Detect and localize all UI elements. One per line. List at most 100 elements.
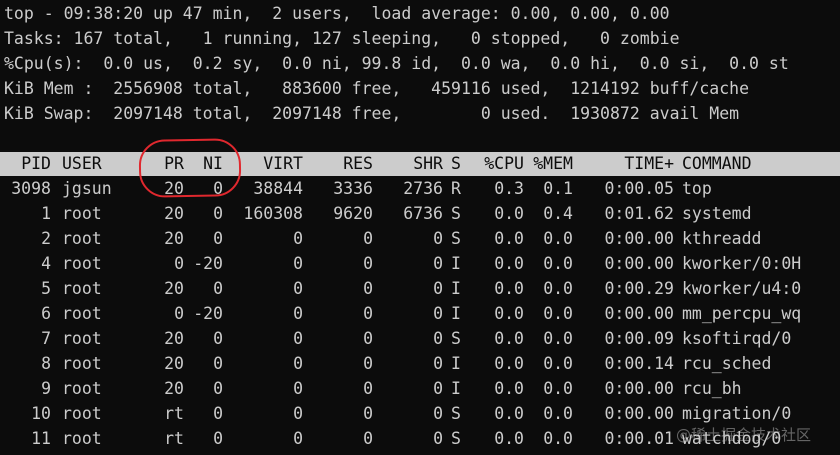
time-cell: 0:00.00: [604, 254, 674, 273]
virt-cell: 0: [293, 379, 303, 398]
virt-cell: 0: [293, 304, 303, 323]
state-cell: I: [451, 354, 461, 373]
res-cell: 0: [363, 329, 373, 348]
state-cell: I: [451, 379, 461, 398]
column-header-res: RES: [343, 154, 373, 173]
table-row: 6 root 0 -20 0 0 0 I 0.0 0.0 0:00.00 mm_…: [0, 301, 840, 326]
cpu-cell: 0.0: [494, 304, 524, 323]
virt-cell: 0: [293, 404, 303, 423]
state-cell: S: [451, 204, 461, 223]
header-row: PID USER PR NI VIRT RES SHR S %CPU %MEM …: [0, 152, 840, 176]
pr-cell: 20: [164, 329, 184, 348]
shr-cell: 0: [433, 254, 443, 273]
res-cell: 0: [363, 279, 373, 298]
table-row: 4 root 0 -20 0 0 0 I 0.0 0.0 0:00.00 kwo…: [0, 251, 840, 276]
memory-line: KiB Mem : 2556908 total, 883600 free, 45…: [4, 79, 750, 98]
cpu-cell: 0.0: [494, 204, 524, 223]
time-cell: 0:00.29: [604, 279, 674, 298]
virt-cell: 0: [293, 429, 303, 448]
column-header-cpu: %CPU: [484, 154, 524, 173]
virt-cell: 160308: [243, 204, 303, 223]
terminal-window[interactable]: top - 09:38:20 up 47 min, 2 users, load …: [0, 0, 840, 455]
state-cell: I: [451, 304, 461, 323]
shr-cell: 0: [433, 229, 443, 248]
column-header-mem: %MEM: [533, 154, 573, 173]
table-row: 1 root 20 0 160308 9620 6736 S 0.0 0.4 0…: [0, 201, 840, 226]
res-cell: 0: [363, 404, 373, 423]
state-cell: S: [451, 429, 461, 448]
time-cell: 0:00.00: [604, 379, 674, 398]
pr-cell: rt: [164, 404, 184, 423]
column-header-pid: PID: [21, 154, 51, 173]
ni-cell: -20: [193, 304, 223, 323]
time-cell: 0:00.00: [604, 304, 674, 323]
mem-cell: 0.0: [543, 429, 573, 448]
time-cell: 0:00.01: [604, 429, 674, 448]
pid-cell: 10: [31, 404, 51, 423]
user-cell: root: [62, 404, 102, 423]
res-cell: 0: [363, 429, 373, 448]
user-cell: root: [62, 229, 102, 248]
table-row: 10 root rt 0 0 0 0 S 0.0 0.0 0:00.00 mig…: [0, 401, 840, 426]
pr-cell: 0: [174, 254, 184, 273]
pr-cell: 20: [164, 354, 184, 373]
swap-line: KiB Swap: 2097148 total, 2097148 free, 0…: [4, 104, 740, 123]
time-cell: 0:00.14: [604, 354, 674, 373]
cpu-cell: 0.0: [494, 429, 524, 448]
ni-cell: 0: [213, 379, 223, 398]
table-row: 3098 jgsun 20 0 38844 3336 2736 R 0.3 0.…: [0, 176, 840, 201]
state-cell: S: [451, 329, 461, 348]
column-header-shr: SHR: [413, 154, 443, 173]
command-cell: rcu_bh: [682, 379, 742, 398]
table-row: 9 root 20 0 0 0 0 I 0.0 0.0 0:00.00 rcu_…: [0, 376, 840, 401]
user-cell: root: [62, 429, 102, 448]
mem-cell: 0.1: [543, 179, 573, 198]
shr-cell: 0: [433, 304, 443, 323]
state-cell: I: [451, 279, 461, 298]
cpu-line: %Cpu(s): 0.0 us, 0.2 sy, 0.0 ni, 99.8 id…: [4, 54, 789, 73]
user-cell: root: [62, 379, 102, 398]
cpu-cell: 0.0: [494, 279, 524, 298]
pid-cell: 4: [41, 254, 51, 273]
shr-cell: 0: [433, 379, 443, 398]
ni-cell: 0: [213, 279, 223, 298]
time-cell: 0:00.00: [604, 404, 674, 423]
table-row: 5 root 20 0 0 0 0 I 0.0 0.0 0:00.29 kwor…: [0, 276, 840, 301]
mem-cell: 0.0: [543, 354, 573, 373]
pid-cell: 7: [41, 329, 51, 348]
column-header-user: USER: [62, 154, 102, 173]
pid-cell: 9: [41, 379, 51, 398]
pid-cell: 5: [41, 279, 51, 298]
res-cell: 0: [363, 229, 373, 248]
command-cell: top: [682, 179, 712, 198]
ni-cell: 0: [213, 204, 223, 223]
ni-cell: 0: [213, 429, 223, 448]
watermark: @稀土掘金技术社区: [676, 426, 812, 444]
pr-cell: 0: [174, 304, 184, 323]
pid-cell: 3098: [11, 179, 51, 198]
res-cell: 0: [363, 354, 373, 373]
command-cell: kworker/0:0H: [682, 254, 802, 273]
table-row: 7 root 20 0 0 0 0 S 0.0 0.0 0:00.09 ksof…: [0, 326, 840, 351]
command-cell: ksoftirqd/0: [682, 329, 792, 348]
command-cell: kthreadd: [682, 229, 762, 248]
time-cell: 0:01.62: [604, 204, 674, 223]
mem-cell: 0.4: [543, 204, 573, 223]
shr-cell: 0: [433, 354, 443, 373]
command-cell: migration/0: [682, 404, 792, 423]
time-cell: 0:00.05: [604, 179, 674, 198]
command-cell: kworker/u4:0: [682, 279, 802, 298]
res-cell: 0: [363, 304, 373, 323]
user-cell: jgsun: [62, 179, 112, 198]
column-header-time: TIME+: [624, 154, 674, 173]
pid-cell: 1: [41, 204, 51, 223]
shr-cell: 0: [433, 404, 443, 423]
cpu-cell: 0.3: [494, 179, 524, 198]
ni-cell: 0: [213, 229, 223, 248]
time-cell: 0:00.09: [604, 329, 674, 348]
state-cell: I: [451, 254, 461, 273]
ni-cell: 0: [213, 404, 223, 423]
cpu-cell: 0.0: [494, 329, 524, 348]
mem-cell: 0.0: [543, 304, 573, 323]
annotation-circle: [138, 138, 242, 198]
